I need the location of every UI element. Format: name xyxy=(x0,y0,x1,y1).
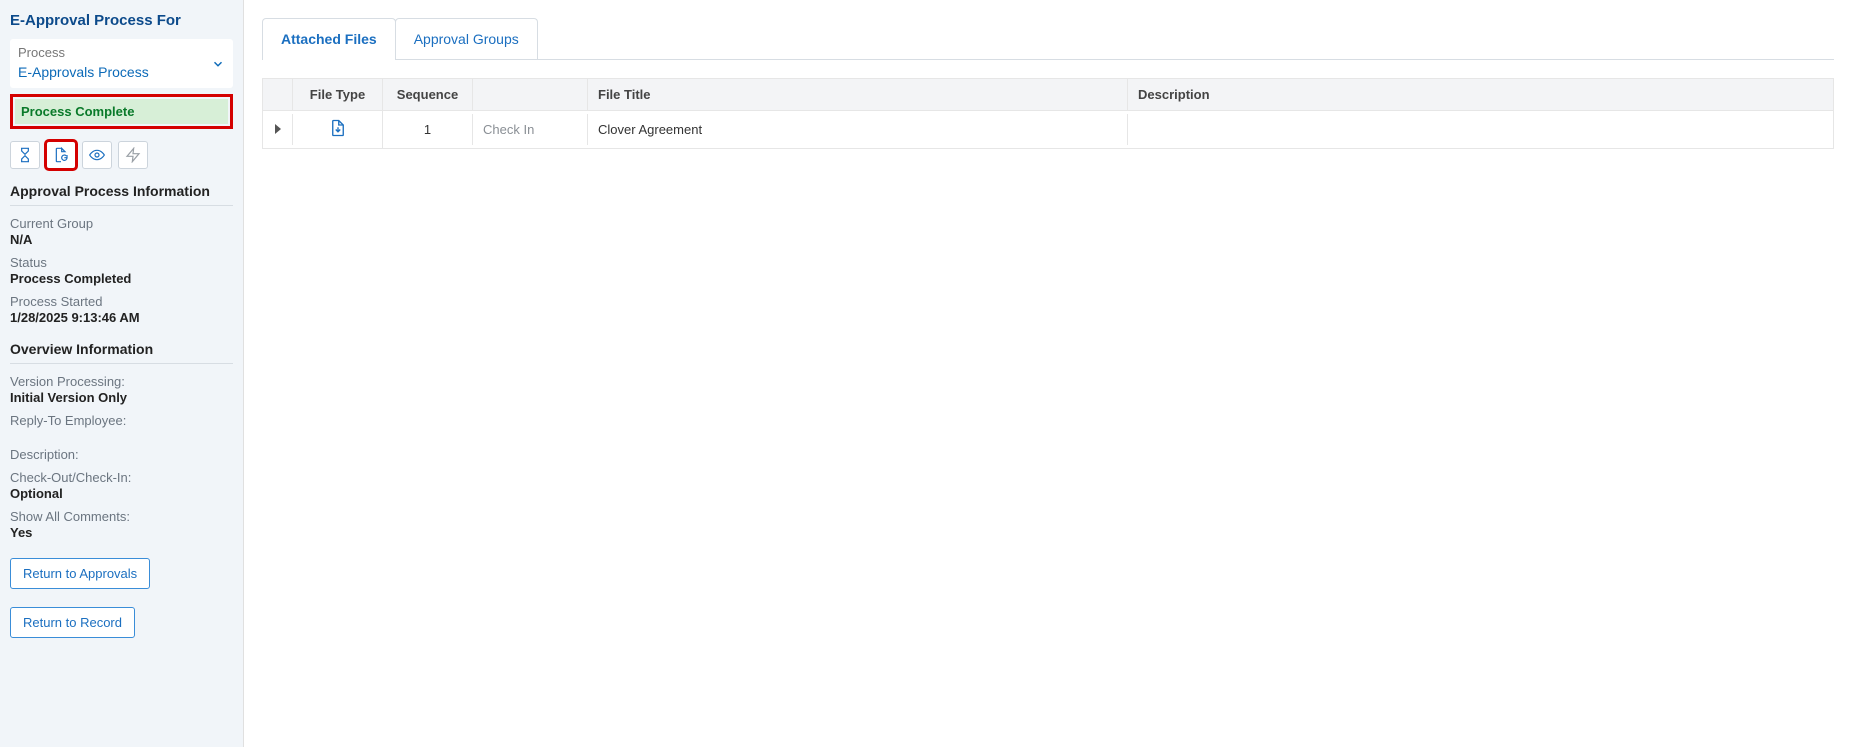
lightning-icon xyxy=(125,147,141,163)
description-label: Description: xyxy=(10,447,233,462)
checkout-value: Optional xyxy=(10,486,233,501)
row-action-cell[interactable]: Check In xyxy=(473,114,588,145)
current-group-value: N/A xyxy=(10,232,233,247)
eye-button[interactable] xyxy=(82,141,112,169)
eye-icon xyxy=(89,147,105,163)
row-description-cell xyxy=(1128,122,1833,138)
process-dropdown-label: Process xyxy=(18,45,225,60)
grid-header-filetype: File Type xyxy=(293,79,383,110)
show-comments-value: Yes xyxy=(10,525,233,540)
grid-header-description: Description xyxy=(1128,79,1833,110)
process-dropdown-value: E-Approvals Process xyxy=(18,64,225,80)
tab-attached-files[interactable]: Attached Files xyxy=(262,18,396,59)
document-refresh-icon xyxy=(53,147,69,163)
tab-approval-groups[interactable]: Approval Groups xyxy=(395,18,538,59)
approval-info-heading: Approval Process Information xyxy=(10,183,233,206)
row-title-cell: Clover Agreement xyxy=(588,114,1128,145)
version-processing-label: Version Processing: xyxy=(10,374,233,389)
attached-files-grid: File Type Sequence File Title Descriptio… xyxy=(262,78,1834,149)
show-comments-label: Show All Comments: xyxy=(10,509,233,524)
status-value: Process Completed xyxy=(10,271,233,286)
hourglass-icon xyxy=(17,147,33,163)
process-started-value: 1/28/2025 9:13:46 AM xyxy=(10,310,233,325)
version-processing-value: Initial Version Only xyxy=(10,390,233,405)
status-banner: Process Complete xyxy=(15,99,228,124)
grid-header-sequence: Sequence xyxy=(383,79,473,110)
reply-to-label: Reply-To Employee: xyxy=(10,413,233,428)
grid-header-expand xyxy=(263,79,293,110)
sidebar: E-Approval Process For Process E-Approva… xyxy=(0,0,244,747)
status-banner-highlight: Process Complete xyxy=(10,94,233,129)
current-group-label: Current Group xyxy=(10,216,233,231)
grid-header-row: File Type Sequence File Title Descriptio… xyxy=(263,79,1833,111)
file-download-icon xyxy=(329,119,347,137)
row-sequence-cell: 1 xyxy=(383,114,473,145)
lightning-button[interactable] xyxy=(118,141,148,169)
table-row: 1 Check In Clover Agreement xyxy=(263,111,1833,148)
chevron-down-icon xyxy=(211,57,225,71)
process-dropdown[interactable]: Process E-Approvals Process xyxy=(10,39,233,88)
main-content: Attached Files Approval Groups File Type… xyxy=(244,0,1852,747)
toolbar xyxy=(10,141,233,169)
checkout-label: Check-Out/Check-In: xyxy=(10,470,233,485)
hourglass-button[interactable] xyxy=(10,141,40,169)
row-expand-cell[interactable] xyxy=(263,114,293,145)
status-label: Status xyxy=(10,255,233,270)
overview-heading: Overview Information xyxy=(10,341,233,364)
grid-header-action xyxy=(473,79,588,110)
process-started-label: Process Started xyxy=(10,294,233,309)
document-refresh-button[interactable] xyxy=(46,141,76,169)
row-filetype-cell[interactable] xyxy=(293,111,383,148)
page-title: E-Approval Process For xyxy=(10,12,233,29)
caret-right-icon xyxy=(275,124,281,134)
return-to-record-button[interactable]: Return to Record xyxy=(10,607,135,638)
tab-bar: Attached Files Approval Groups xyxy=(262,18,1834,60)
grid-header-title: File Title xyxy=(588,79,1128,110)
return-to-approvals-button[interactable]: Return to Approvals xyxy=(10,558,150,589)
